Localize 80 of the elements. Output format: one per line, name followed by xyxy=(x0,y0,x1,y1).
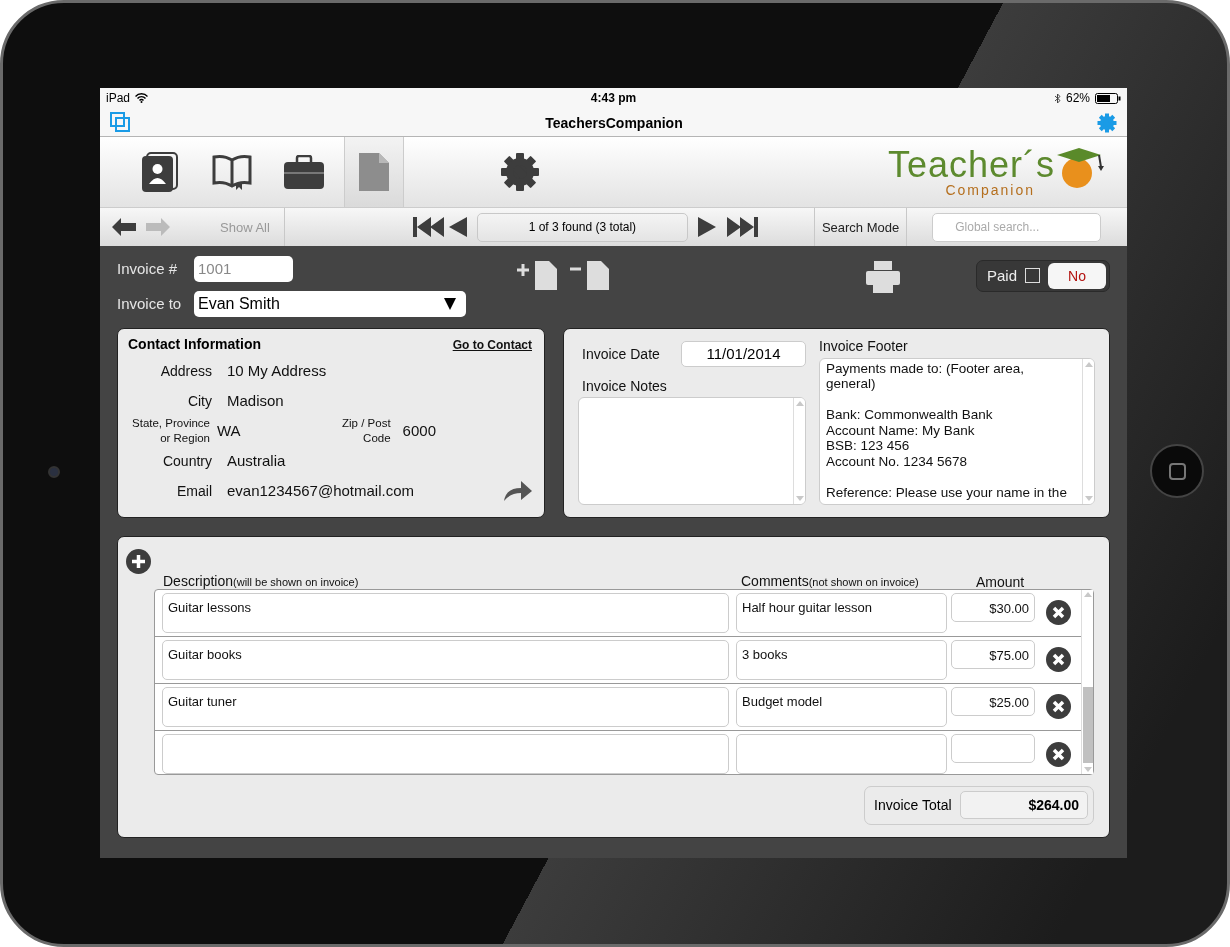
delete-icon[interactable] xyxy=(1046,742,1071,767)
invoice-number-field[interactable]: 1001 xyxy=(194,256,293,282)
invoice-notes-field[interactable] xyxy=(578,397,806,505)
paid-label: Paid xyxy=(987,267,1018,285)
battery-percent: 62% xyxy=(1065,91,1090,106)
document-icon xyxy=(359,153,389,192)
contact-field-label: City xyxy=(186,393,212,409)
delete-icon[interactable] xyxy=(1046,694,1071,720)
column-header: Amount xyxy=(976,575,1025,589)
share-arrow-icon[interactable] xyxy=(504,481,532,501)
comment-field[interactable]: Half hour guitar lesson xyxy=(736,593,947,633)
invoice-total-value: $264.00 xyxy=(959,791,1088,820)
invoice-to-label: Invoice to xyxy=(117,295,183,313)
last-record-icon[interactable] xyxy=(725,217,758,238)
remove-document-icon[interactable] xyxy=(570,260,610,290)
description-field[interactable]: Guitar tuner xyxy=(162,687,729,727)
comment-field[interactable] xyxy=(736,734,947,775)
contact-field-value: 6000 xyxy=(402,422,436,440)
status-time: 4:43 pm xyxy=(590,91,637,106)
amount-field[interactable] xyxy=(951,734,1035,764)
printer-icon[interactable] xyxy=(866,261,900,293)
invoice-notes-label: Invoice Notes xyxy=(582,378,668,394)
contact-field-label: State, Province or Region xyxy=(131,416,210,446)
search-mode-button[interactable]: Search Mode xyxy=(814,219,907,235)
home-button[interactable] xyxy=(1150,444,1204,498)
paid-value: No xyxy=(1048,263,1106,289)
contact-field-label: Zip / Post Code xyxy=(341,416,391,446)
camera-lens xyxy=(48,466,60,478)
contact-field-value: 10 My Address xyxy=(227,362,327,380)
invoice-to-dropdown[interactable]: Evan Smith xyxy=(194,291,466,317)
comment-field[interactable]: Budget model xyxy=(736,687,947,727)
contact-field-label: Country xyxy=(161,453,212,469)
contact-field-value: Australia xyxy=(227,452,286,470)
invoice-date-field[interactable]: 11/01/2014 xyxy=(681,341,806,367)
paid-checkbox[interactable] xyxy=(1025,268,1041,284)
contact-field-value: WA xyxy=(217,422,241,440)
bluetooth-icon xyxy=(1053,92,1061,104)
back-arrow-icon[interactable] xyxy=(112,218,136,237)
delete-icon[interactable] xyxy=(1046,647,1071,673)
contact-card-icon xyxy=(141,152,179,193)
contact-field-value: evan1234567@hotmail.com xyxy=(227,482,414,500)
gear-icon xyxy=(500,152,540,193)
battery-icon xyxy=(1095,92,1121,104)
book-icon xyxy=(212,154,252,191)
settings-icon[interactable] xyxy=(1097,112,1117,133)
invoice-footer-field[interactable]: Payments made to: (Footer area, general) Bank: Commonwealth Bank Account Name: My Bank BSB: 123 456 Account No. 1234 5678 Reference: Please use your name in the xyxy=(819,358,1095,505)
invoice-footer-label: Invoice Footer xyxy=(819,338,909,354)
add-circle-icon[interactable] xyxy=(126,549,151,574)
global-search-field[interactable]: Global search... xyxy=(932,212,1102,242)
contact-field-label: Address xyxy=(159,363,212,379)
next-record-icon[interactable] xyxy=(697,217,716,238)
column-header: Description(will be shown on invoice) xyxy=(163,574,360,589)
delete-icon[interactable] xyxy=(1046,600,1071,626)
wifi-icon xyxy=(135,93,149,104)
window-title: TeachersCompanion xyxy=(545,114,683,131)
column-header: Comments(not shown on invoice) xyxy=(741,574,920,589)
comment-field[interactable]: 3 books xyxy=(736,640,947,680)
first-record-icon[interactable] xyxy=(412,217,445,238)
amount-field[interactable]: $30.00 xyxy=(951,593,1035,622)
device-name: iPad xyxy=(106,91,131,106)
invoice-date-label: Invoice Date xyxy=(582,346,660,362)
contact-field-value: Madison xyxy=(227,392,284,410)
invoice-number-label: Invoice # xyxy=(117,260,179,278)
logo-subtitle: Companion xyxy=(945,183,1035,198)
amount-field[interactable]: $25.00 xyxy=(951,687,1035,716)
record-count: 1 of 3 found (3 total) xyxy=(476,212,688,242)
copy-icon[interactable] xyxy=(110,112,131,134)
contact-field-label: Email xyxy=(176,483,212,499)
contact-title: Contact Information xyxy=(128,336,261,352)
invoice-total-label: Invoice Total xyxy=(874,797,952,814)
dropdown-caret-icon xyxy=(444,298,456,310)
description-field[interactable]: Guitar books xyxy=(162,640,729,680)
briefcase-icon xyxy=(284,155,324,190)
description-field[interactable] xyxy=(162,734,729,775)
amount-field[interactable]: $75.00 xyxy=(951,640,1035,669)
add-document-icon[interactable] xyxy=(516,260,558,290)
go-to-contact-link[interactable]: Go to Contact xyxy=(452,338,532,352)
description-field[interactable]: Guitar lessons xyxy=(162,593,729,633)
logo-title: Teacher´s xyxy=(887,147,1055,184)
previous-record-icon[interactable] xyxy=(448,217,467,238)
